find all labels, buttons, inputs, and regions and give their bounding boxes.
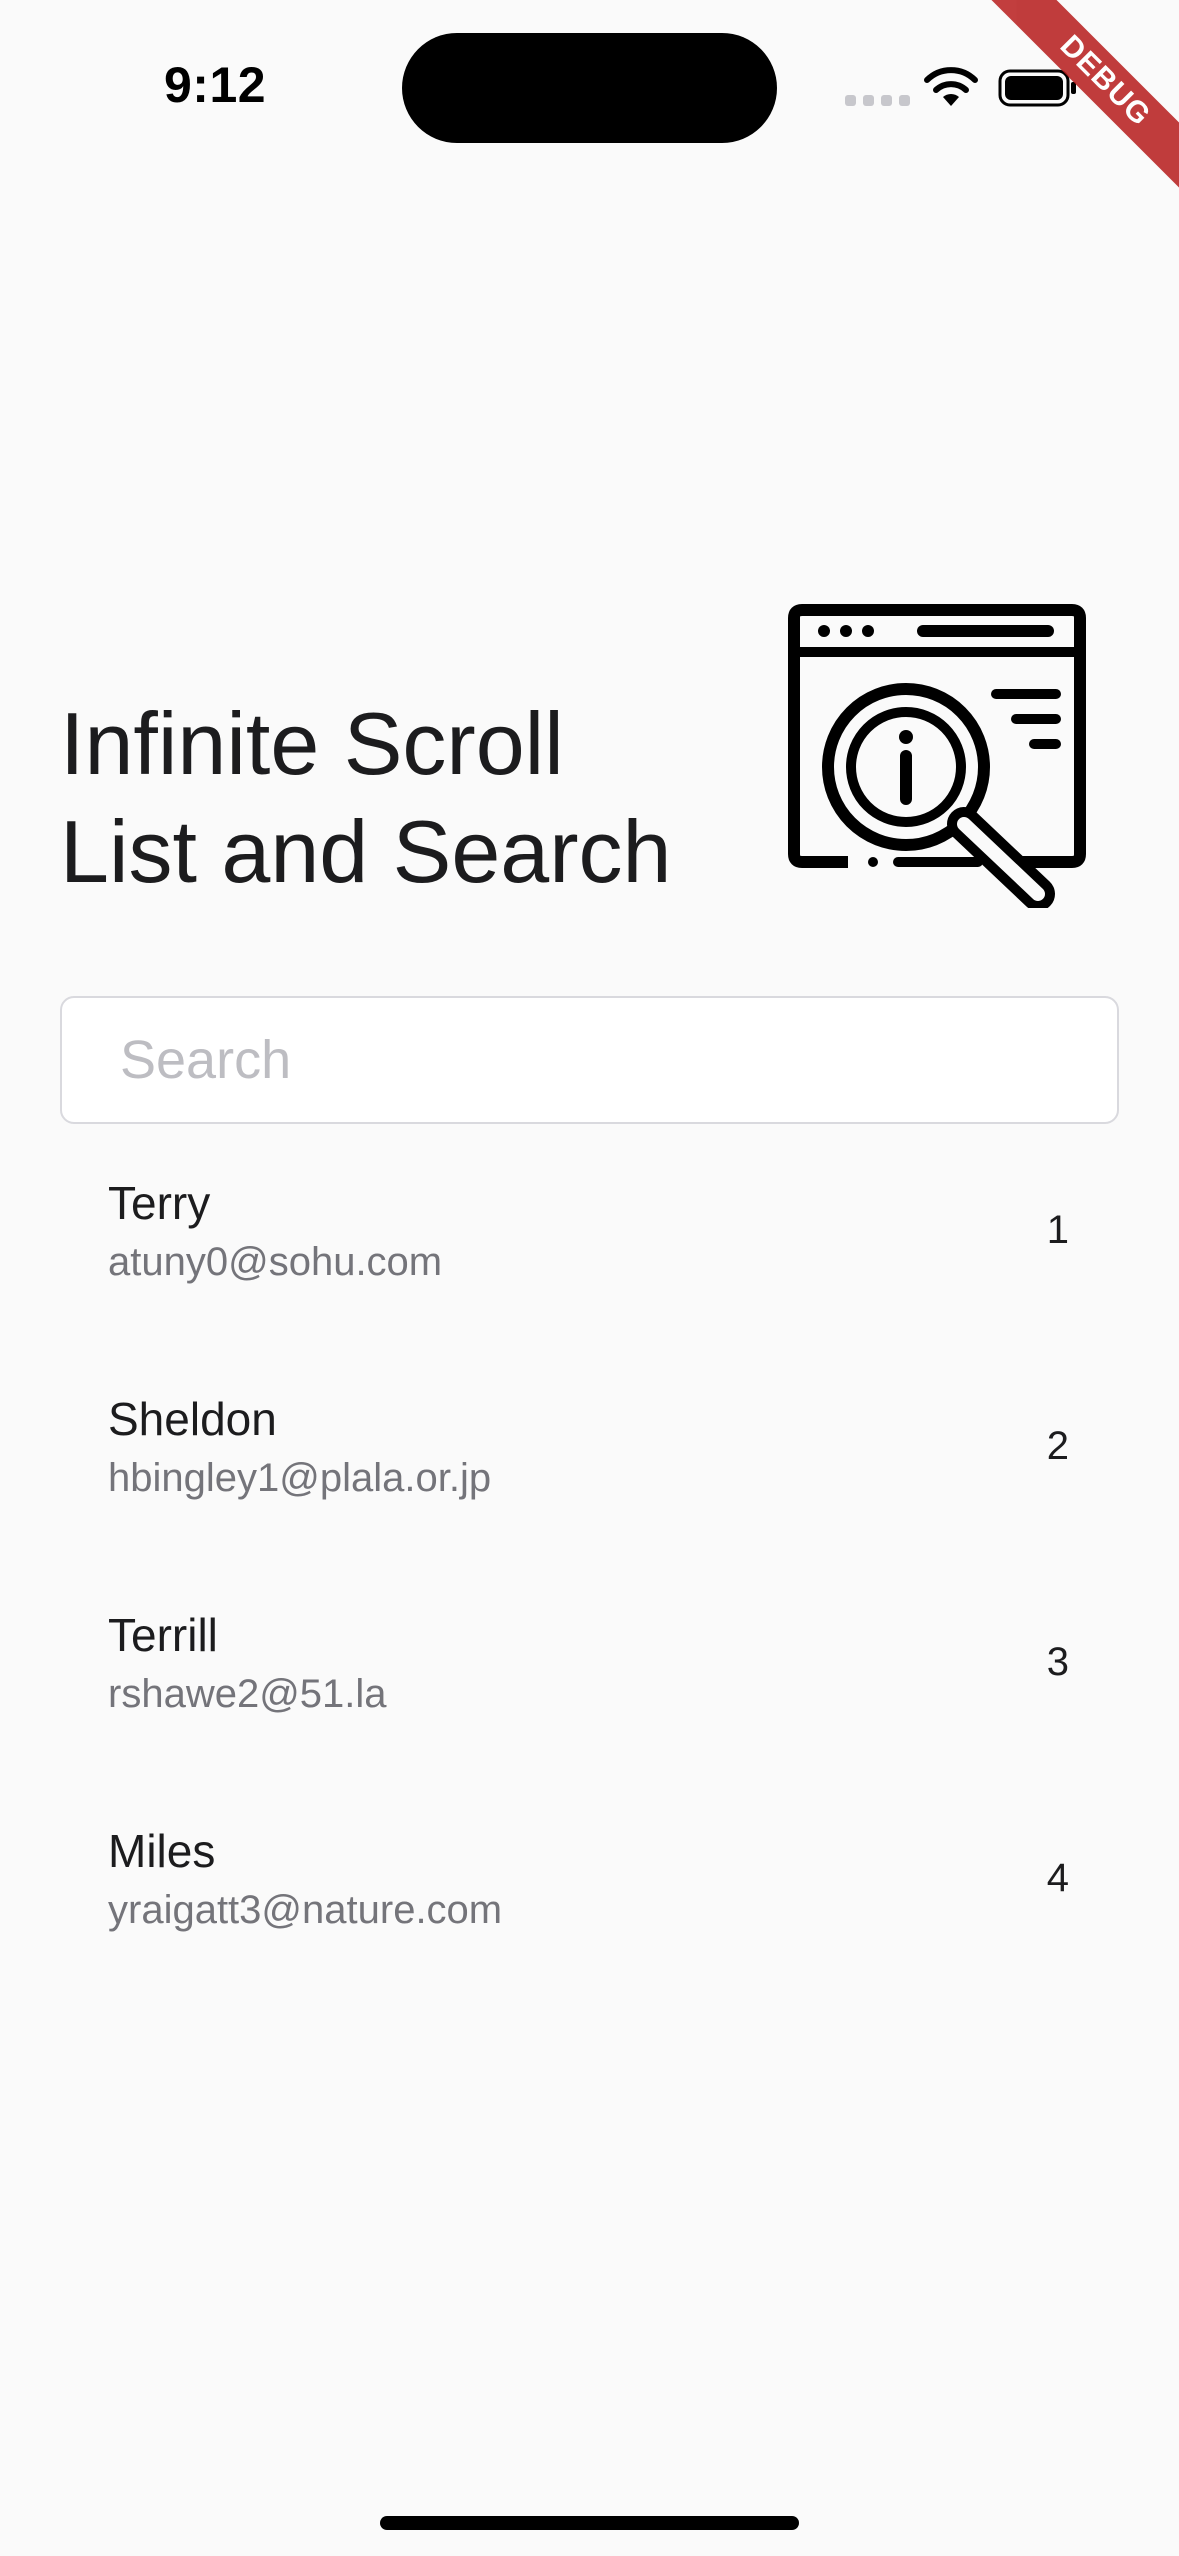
status-time: 9:12: [164, 57, 267, 113]
page-title: Infinite Scroll List and Search: [60, 690, 760, 906]
list-item[interactable]: Miles yraigatt3@nature.com 4: [60, 1772, 1119, 1988]
list-item-email: atuny0@sohu.com: [108, 1240, 443, 1284]
page-title-line-2: List and Search: [60, 802, 672, 901]
page-title-line-1: Infinite Scroll: [60, 694, 564, 793]
search-box[interactable]: [60, 996, 1119, 1124]
list-item-name: Terry: [108, 1177, 211, 1229]
list-item-number: 2: [1046, 1424, 1069, 1468]
list-item[interactable]: Terrill rshawe2@51.la 3: [60, 1556, 1119, 1772]
list-item-number: 4: [1046, 1856, 1069, 1900]
list-item-number: 1: [1046, 1208, 1069, 1252]
list-item-email: rshawe2@51.la: [108, 1672, 387, 1716]
search-input[interactable]: [120, 998, 1080, 1122]
list-item-email: hbingley1@plala.or.jp: [108, 1456, 492, 1500]
list-item-email: yraigatt3@nature.com: [108, 1888, 503, 1932]
user-list: Terry atuny0@sohu.com 1 Sheldon hbingley…: [60, 1124, 1119, 1988]
list-item-name: Terrill: [108, 1609, 218, 1661]
list-item-name: Sheldon: [108, 1393, 277, 1445]
home-indicator[interactable]: [380, 2516, 799, 2530]
wifi-icon: [924, 67, 978, 106]
list-item[interactable]: Sheldon hbingley1@plala.or.jp 2: [60, 1340, 1119, 1556]
cellular-signal-icon: [845, 95, 910, 106]
browser-magnifier-info-icon: [788, 604, 1086, 908]
dynamic-island: [402, 33, 777, 143]
list-item-number: 3: [1046, 1640, 1069, 1684]
list-item[interactable]: Terry atuny0@sohu.com 1: [60, 1124, 1119, 1340]
list-item-name: Miles: [108, 1825, 216, 1877]
